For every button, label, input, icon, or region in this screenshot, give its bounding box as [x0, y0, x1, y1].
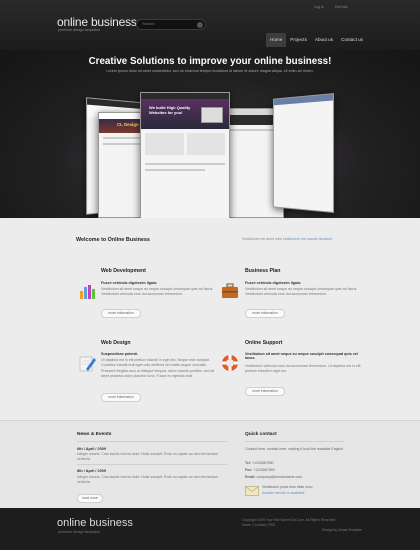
feature-title-online-support: Online Support [245, 340, 283, 346]
pencil-icon [79, 356, 96, 372]
feature-text: Vestibulum sit amet neque eu neque susci… [101, 287, 214, 297]
read-more-button[interactable]: read more [77, 494, 103, 503]
site-logo[interactable]: online business [57, 15, 137, 29]
center-headline: We build High Quality Websites for you! [149, 105, 191, 115]
hero-subtitle: Lorem ipsum dolor sit amet consectetur, … [106, 69, 314, 73]
nav-home[interactable]: Home [266, 33, 287, 47]
contact-intro: Contact here, contact here, making it lo… [245, 447, 344, 451]
contact-note: Vestibulum porta eros vitae nunc [262, 485, 313, 489]
contact-fax: Fax: +1234567890 [245, 468, 275, 472]
hero-banner: Creative Solutions to improve your onlin… [0, 50, 420, 218]
screenshot-far-right [273, 93, 335, 213]
contact-tel: Tel: +1234567890 [245, 461, 274, 465]
more-info-button[interactable]: more information [101, 309, 141, 318]
welcome-title: Welcome to Online Business [76, 237, 150, 243]
site-footer: online business premium design templates… [0, 508, 420, 550]
feature-lead: Suspendisse potenti. [101, 352, 139, 356]
news-title: News & Events [77, 432, 112, 437]
feature-lead: Fusce vehicula dignissim ligula. [245, 281, 302, 285]
hero-title: Creative Solutions to improve your onlin… [88, 56, 332, 67]
news-divider [77, 441, 227, 442]
contact-email: Email: company@domainname.com [245, 475, 303, 479]
feature-text: Vestibulum sit amet neque eu neque susci… [245, 287, 358, 297]
nav-contact[interactable]: Contact us [337, 33, 367, 47]
news-text: Integer mauris. Cras iaculis viverra dol… [77, 475, 219, 484]
lower-section [0, 420, 420, 519]
search-placeholder: Search [142, 21, 155, 26]
chart-icon [80, 285, 95, 299]
footer-tagline: premium design templates [58, 530, 101, 534]
envelope-icon [245, 486, 259, 496]
news-divider [77, 464, 227, 465]
more-info-button[interactable]: more information [245, 387, 285, 396]
footer-credit[interactable]: Design by DreamTemplate [242, 528, 362, 533]
more-info-button[interactable]: more information [101, 393, 141, 402]
welcome-link[interactable]: vestibulum est mauris tincidunt [283, 237, 332, 241]
footer-logo[interactable]: online business [57, 517, 133, 529]
welcome-note: Vestibulum vel amet odio vestibulum est … [242, 237, 333, 241]
feature-lead: Vestibulum sit amet neque eu neque susci… [245, 352, 358, 360]
feature-text: Ut dapibus est in elit pretium blandit i… [101, 358, 215, 379]
site-header: online business premium design templates… [0, 0, 420, 50]
feature-title-business-plan: Business Plan [245, 268, 281, 274]
site-tagline: premium design templates [58, 28, 101, 32]
nav-about[interactable]: About us [311, 33, 337, 47]
news-text: Integer mauris. Cras iaculis viverra dol… [77, 452, 219, 461]
feature-text: Vestibulum vehicula eros dui accumsan fe… [245, 364, 361, 374]
trial-link[interactable]: Get trial [335, 5, 348, 9]
lifebuoy-icon [222, 355, 238, 371]
feature-lead: Fusce vehicula dignissim ligula. [101, 281, 158, 285]
search-input[interactable]: Search [136, 19, 206, 30]
top-links: Log in Get trial [314, 5, 357, 9]
more-info-button[interactable]: more information [245, 309, 285, 318]
quick-contact-title: Quick contact [245, 432, 277, 437]
news-date: 6th / April / 2009 [77, 447, 106, 451]
contact-divider [245, 441, 345, 442]
email-link[interactable]: company@domainname.com [257, 475, 303, 479]
feature-title-web-design: Web Design [101, 340, 131, 346]
main-nav: Home Projects About us Contact us [266, 33, 367, 47]
left-site-title: CL Design [117, 122, 139, 127]
feature-title-web-development: Web Development [101, 268, 146, 274]
briefcase-icon [222, 283, 238, 298]
screenshot-center: XO theme We build High Quality Websites … [140, 92, 230, 218]
search-icon[interactable] [197, 21, 203, 28]
footer-copyright: Copyright 2009 Your Site Name Dot Com. A… [242, 518, 362, 533]
login-link[interactable]: Log in [314, 5, 324, 9]
contact-note-link[interactable]: Another service is available [262, 491, 305, 496]
news-date: 8th / April / 2009 [77, 469, 106, 473]
nav-projects[interactable]: Projects [286, 33, 311, 47]
